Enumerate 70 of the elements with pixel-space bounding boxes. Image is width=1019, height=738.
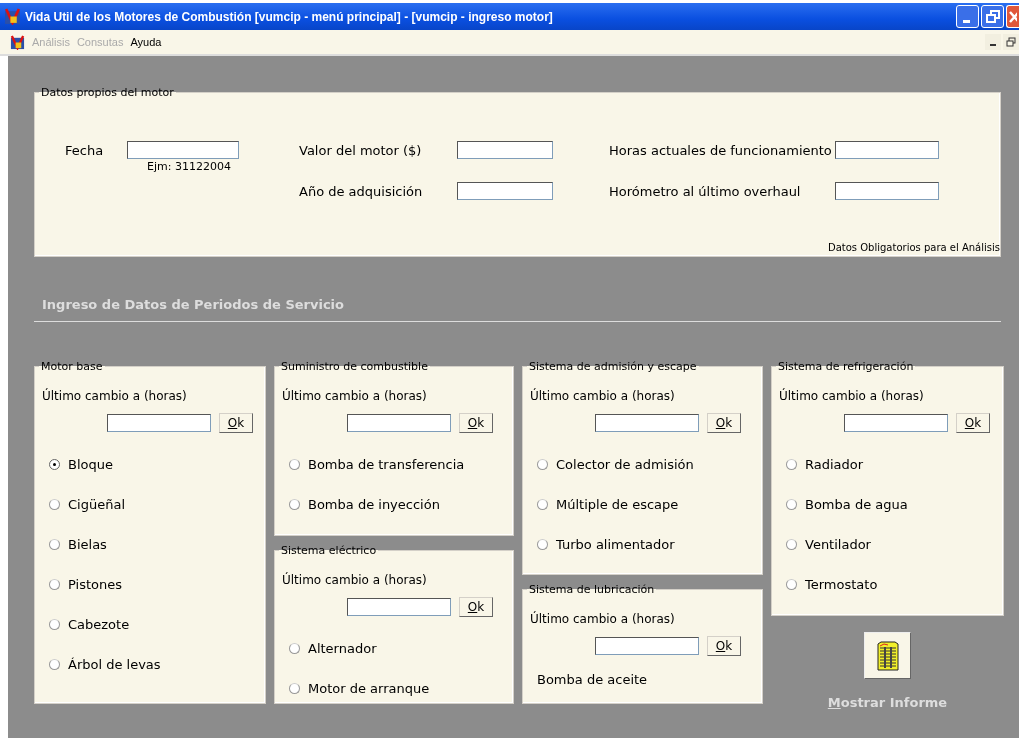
hours-field[interactable]	[347, 414, 451, 432]
input-field[interactable]	[457, 182, 553, 200]
radio-option[interactable]: Ventilador	[786, 535, 1003, 553]
field-label: Horas actuales de funcionamiento	[609, 142, 829, 158]
minimize-button[interactable]	[985, 34, 1001, 50]
radio-option[interactable]: Bloque	[49, 455, 265, 473]
radio-button[interactable]	[49, 458, 60, 470]
close-button[interactable]	[1006, 5, 1019, 28]
field-label: Último cambio a (horas)	[779, 389, 925, 403]
panel-title: Datos propios del motor	[40, 86, 175, 99]
app-icon	[10, 34, 25, 50]
minimize-icon	[990, 44, 996, 46]
field-label: Horómetro al último overhaul	[609, 183, 802, 199]
spreadsheet-icon	[875, 640, 900, 671]
hours-field[interactable]	[107, 414, 211, 432]
radio-option[interactable]: Termostato	[786, 575, 1003, 593]
note-text: Datos Obligatorios para el Análisis	[828, 242, 1000, 253]
radio-option[interactable]: Cigüeñal	[49, 495, 265, 513]
field-label: Último cambio a (horas)	[282, 573, 428, 587]
hours-field[interactable]	[595, 637, 699, 655]
radio-option[interactable]: Bomba de inyección	[289, 495, 513, 513]
field-label: Fecha	[65, 142, 105, 158]
menu-item[interactable]: Ayuda	[130, 36, 162, 48]
field-label: Valor del motor ($)	[299, 142, 423, 158]
radio-option[interactable]: Alternador	[289, 639, 513, 657]
field-label: Último cambio a (horas)	[282, 389, 428, 403]
field-hint: Ejm: 31122004	[147, 160, 231, 173]
item-label: Bomba de aceite	[537, 672, 649, 687]
report-button[interactable]	[864, 632, 911, 679]
field-label: Último cambio a (horas)	[530, 612, 676, 626]
radio-option[interactable]: Múltiple de escape	[537, 495, 762, 513]
ok-button[interactable]: Ok	[707, 636, 741, 656]
ok-button[interactable]: Ok	[707, 413, 741, 433]
group-title: Sistema de lubricación	[528, 583, 656, 596]
restore-button[interactable]	[981, 5, 1004, 28]
ok-button[interactable]: Ok	[956, 413, 990, 433]
radio-option[interactable]: Árbol de levas	[49, 655, 265, 673]
hours-field[interactable]	[347, 598, 451, 616]
radio-option[interactable]: Bomba de transferencia	[289, 455, 513, 473]
ok-button[interactable]: Ok	[459, 413, 493, 433]
group-title: Sistema de refrigeración	[777, 360, 915, 373]
ok-button[interactable]: Ok	[219, 413, 253, 433]
radio-option[interactable]: Bomba de agua	[786, 495, 1003, 513]
date-field[interactable]	[127, 141, 239, 159]
field-label: Último cambio a (horas)	[530, 389, 676, 403]
restore-icon	[1006, 37, 1016, 47]
radio-option[interactable]: Motor de arranque	[289, 679, 513, 697]
app-icon	[4, 8, 21, 25]
group-title: Suministro de combustible	[280, 360, 429, 373]
radio-option[interactable]: Bielas	[49, 535, 265, 553]
hours-field[interactable]	[844, 414, 948, 432]
radio-option[interactable]: Colector de admisión	[537, 455, 762, 473]
radio-option[interactable]: Radiador	[786, 455, 1003, 473]
input-field[interactable]	[457, 141, 553, 159]
hours-field[interactable]	[595, 414, 699, 432]
minimize-icon	[962, 19, 970, 23]
radio-option[interactable]: Pistones	[49, 575, 265, 593]
group-title: Sistema eléctrico	[280, 544, 378, 557]
section-title: Ingreso de Datos de Periodos de Servicio	[42, 297, 345, 312]
radio-option[interactable]: Turbo alimentador	[537, 535, 762, 553]
group-title: Sistema de admisión y escape	[528, 360, 698, 373]
input-field[interactable]	[835, 182, 939, 200]
radio-option[interactable]: Cabezote	[49, 615, 265, 633]
restore-button[interactable]	[1003, 34, 1019, 50]
ok-button[interactable]: Ok	[459, 597, 493, 617]
input-field[interactable]	[835, 141, 939, 159]
field-label: Último cambio a (horas)	[42, 389, 188, 403]
group-title: Motor base	[40, 360, 104, 373]
window-title: Vida Util de los Motores de Combustión [vumcip - menú principal] - [vumcip - ingreso motor]	[25, 9, 553, 24]
field-label: Año de adquisición	[299, 183, 424, 199]
